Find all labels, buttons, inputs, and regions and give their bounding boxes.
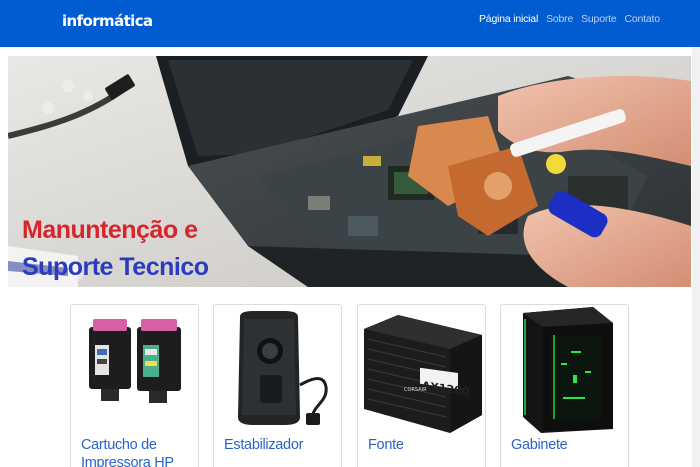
product-title[interactable]: Estabilizador — [224, 436, 336, 454]
product-title[interactable]: Fonte — [368, 436, 480, 454]
nav-link-support[interactable]: Suporte — [581, 13, 617, 25]
ink-cartridges-icon — [71, 305, 198, 433]
hero-banner: Manuntenção e Suporte Tecnico — [8, 56, 691, 287]
voltage-stabilizer-icon — [214, 305, 341, 433]
power-supply-icon: AX1200 CORSAIR — [358, 305, 485, 433]
product-card-case[interactable]: Gabinete — [500, 304, 629, 467]
product-card-cartridge[interactable]: Cartucho de Impressora HP — [70, 304, 199, 467]
brand-logo[interactable]: informática — [62, 12, 153, 30]
page-scrollbar[interactable] — [692, 47, 700, 467]
product-card-power-supply[interactable]: AX1200 CORSAIR Fonte — [357, 304, 486, 467]
product-title[interactable]: Cartucho de Impressora HP — [81, 436, 193, 467]
nav-link-about[interactable]: Sobre — [546, 13, 573, 25]
svg-text:CORSAIR: CORSAIR — [404, 387, 427, 393]
product-title[interactable]: Gabinete — [511, 436, 623, 454]
hero-title-line2: Suporte Tecnico — [22, 253, 209, 281]
product-card-stabilizer[interactable]: Estabilizador — [213, 304, 342, 467]
nav-links: Página inicial Sobre Suporte Contato — [479, 13, 660, 25]
nav-link-contact[interactable]: Contato — [625, 13, 661, 25]
pc-case-icon — [501, 305, 628, 433]
top-navbar: informática Página inicial Sobre Suporte… — [0, 0, 700, 47]
hero-title-line1: Manuntenção e — [22, 216, 198, 244]
nav-link-home[interactable]: Página inicial — [479, 13, 538, 25]
